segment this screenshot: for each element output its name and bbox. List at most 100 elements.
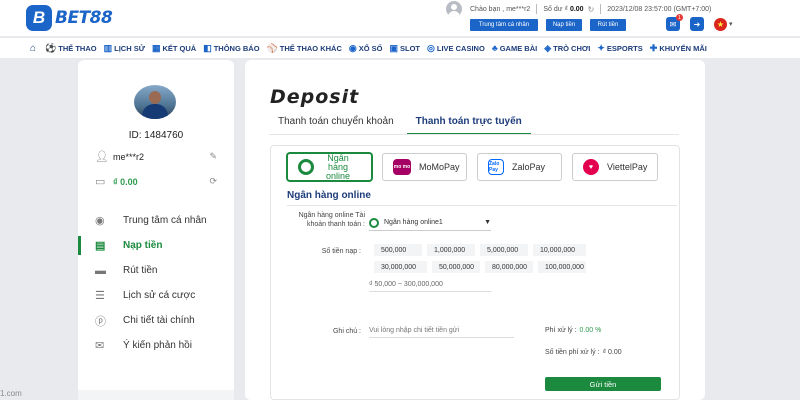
logout-icon[interactable]: ➜ (690, 17, 704, 31)
sidebar-item-bet-history[interactable]: ☰ Lịch sử cá cược (78, 283, 234, 308)
nav-label: THÔNG BÁO (213, 43, 260, 53)
url-fragment: 1.com (0, 389, 22, 398)
nav-item-slot[interactable]: ▣ SLOT (390, 43, 421, 54)
logo-mark: B (26, 5, 52, 31)
withdraw-icon: ▬ (95, 264, 106, 277)
finance-detail-icon: ⓟ (95, 315, 106, 328)
amount-option[interactable]: 50,000,000 (432, 261, 480, 273)
balance-value: 0.00 (569, 5, 584, 13)
top-buttons: Trung tâm cá nhân Nạp tiền Rút tiền (470, 19, 626, 31)
amount-input[interactable]: ₫ 50,000 ~ 300,000,000 (369, 278, 491, 292)
fee-amount-label: Số tiền phí xử lý : (545, 349, 600, 356)
amount-option[interactable]: 30,000,000 (374, 261, 427, 273)
language-selector[interactable]: ★ ▾ (714, 17, 733, 31)
momo-icon: mo mo (393, 159, 411, 175)
feedback-icon: ✉ (95, 340, 105, 352)
method-label: MoMoPay (419, 162, 460, 172)
method-momopay[interactable]: mo mo MoMoPay (382, 153, 467, 181)
live-casino-icon: ◎ (427, 42, 435, 53)
message-icon[interactable]: ✉ 1 (666, 14, 683, 31)
refresh-icon[interactable]: ⟳ (209, 176, 217, 187)
method-zalopay[interactable]: Zalo Pay ZaloPay (477, 153, 562, 181)
balance-label: Số dư ₫ (543, 5, 568, 13)
history-icon: ▥ (103, 42, 113, 53)
results-icon: ▦ (151, 42, 161, 53)
wallet-icon: ▭ (95, 176, 106, 188)
fee-value: 0.00 % (579, 327, 602, 334)
zalopay-icon: Zalo Pay (488, 159, 504, 175)
user-id: ID: 1484760 (128, 130, 184, 141)
deposit-icon: ▤ (95, 240, 106, 252)
username: me***r2 (113, 151, 145, 162)
amount-option[interactable]: 500,000 (374, 244, 422, 256)
nav-item-live-casino[interactable]: ◎ LIVE CASINO (427, 43, 485, 54)
submit-deposit-button[interactable]: Gửi tiền (545, 377, 661, 391)
bank-icon (298, 159, 314, 175)
deposit-button[interactable]: Nạp tiền (546, 19, 582, 31)
nav-item-lottery[interactable]: ◉ XỔ SỐ (349, 43, 383, 54)
bank-selected-value: Ngân hàng online1 (384, 219, 443, 226)
nav-label: THỂ THAO (58, 43, 97, 53)
tab-bank-transfer[interactable]: Thanh toán chuyển khoản (269, 112, 403, 135)
method-viettelpay[interactable]: ♥ ViettelPay (572, 153, 658, 181)
sidebar-item-withdraw[interactable]: ▬ Rút tiền (78, 258, 234, 283)
sidebar-item-personal-center[interactable]: ◉ Trung tâm cá nhân (78, 208, 234, 233)
viettelpay-icon: ♥ (583, 159, 599, 175)
sidebar-item-deposit[interactable]: ▤ Nạp tiền (78, 233, 234, 258)
greeting-text: Chào bạn , me***r2 (470, 5, 531, 13)
amount-option[interactable]: 10,000,000 (533, 244, 586, 256)
sidebar-balance: ₫ 0.00 (113, 176, 138, 187)
section-title: Ngân hàng online (287, 190, 371, 201)
sidebar-item-finance-detail[interactable]: ⓟ Chi tiết tài chính (78, 308, 234, 333)
nav-label: SLOT (400, 43, 421, 53)
amount-option[interactable]: 80,000,000 (485, 261, 533, 273)
top-bar: B BET88 Chào bạn , me***r2 Số dư ₫ 0.00 … (0, 0, 800, 36)
home-icon[interactable]: ⌂ (30, 43, 36, 54)
nav-item-games[interactable]: ◈ TRÒ CHƠI (544, 43, 590, 54)
user-info: Chào bạn , me***r2 Số dư ₫ 0.00 ↻ 2023/1… (446, 1, 711, 17)
user-icon: 👤︎ (95, 151, 109, 163)
amount-option[interactable]: 100,000,000 (538, 261, 586, 273)
account-sidebar: ID: 1484760 👤︎ me***r2 ✎ ▭ ₫ 0.00 ⟳ ◉ Tru… (78, 60, 234, 400)
method-online-bank[interactable]: Ngân hàng online (287, 153, 372, 181)
notification-badge: 1 (676, 14, 683, 21)
bank-select[interactable]: Ngân hàng online1 ▼ (369, 215, 491, 231)
amount-option[interactable]: 1,000,000 (427, 244, 475, 256)
nav-label: THỂ THAO KHÁC (279, 43, 342, 53)
amount-option[interactable]: 5,000,000 (480, 244, 528, 256)
tab-divider (269, 134, 679, 135)
nav-item-card-games[interactable]: ♣ GAME BÀI (492, 43, 537, 53)
bank-icon (369, 217, 379, 228)
user-avatar-icon[interactable] (446, 1, 462, 17)
chevron-down-icon: ▼ (484, 219, 491, 226)
nav-item-other-sports[interactable]: ⚾ THỂ THAO KHÁC (267, 43, 342, 54)
sidebar-item-label: Trung tâm cá nhân (123, 215, 207, 226)
nav-label: TRÒ CHƠI (553, 43, 591, 53)
withdraw-button[interactable]: Rút tiền (590, 19, 626, 31)
games-icon: ◈ (544, 42, 552, 53)
personal-center-button[interactable]: Trung tâm cá nhân (470, 19, 538, 31)
esports-icon: ✦ (597, 42, 605, 53)
nav-item-announcements[interactable]: ◧ THÔNG BÁO (203, 43, 259, 54)
note-label: Ghi chú : (332, 328, 361, 335)
note-input[interactable]: Vui lòng nhập chi tiết tiền gửi (369, 324, 514, 338)
logo[interactable]: B BET88 (26, 4, 113, 32)
sidebar-item-feedback[interactable]: ✉ Ý kiến phản hồi (78, 333, 234, 358)
refresh-icon[interactable]: ↻ (588, 5, 595, 14)
tab-online-payment[interactable]: Thanh toán trực tuyến (406, 112, 531, 135)
edit-icon[interactable]: ✎ (209, 151, 217, 162)
deposit-panel: Deposit Thanh toán chuyển khoản Thanh to… (245, 60, 705, 400)
nav-item-sports[interactable]: ⚽ THỂ THAO (45, 43, 97, 54)
nav-item-esports[interactable]: ✦ ESPORTS (597, 43, 642, 54)
nav-item-history[interactable]: ▥ LỊCH SỬ (104, 43, 145, 54)
deposit-tabs: Thanh toán chuyển khoản Thanh toán trực … (269, 112, 531, 135)
slot-icon: ▣ (389, 42, 399, 53)
divider (600, 4, 602, 14)
sidebar-item-label: Rút tiền (123, 265, 158, 276)
nav-label: LỊCH SỬ (114, 43, 145, 53)
method-label: Ngân hàng online (325, 152, 351, 181)
nav-item-promotions[interactable]: ✚ KHUYẾN MÃI (650, 43, 707, 54)
sidebar-item-label: Ý kiến phản hồi (123, 340, 192, 351)
nav-item-results[interactable]: ▦ KẾT QUẢ (152, 43, 196, 54)
vietnam-flag-icon: ★ (714, 17, 727, 31)
